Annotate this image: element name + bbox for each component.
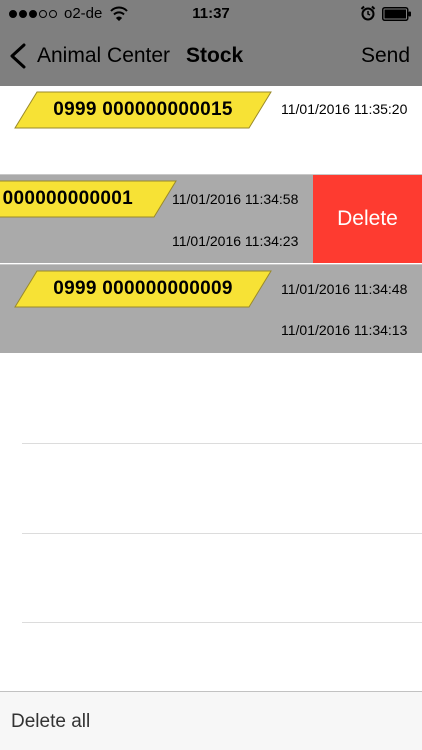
alarm-clock-icon [360,5,376,21]
timestamp: 11/01/2016 11:34:13 [281,322,408,338]
row-separator [22,622,422,623]
list-item-swiped[interactable]: 000000000001 11/01/2016 11:34:58 11/01/2… [0,175,422,263]
page-title: Stock [186,44,244,67]
row-separator [22,443,422,444]
timestamp: 11/01/2016 11:34:48 [281,281,408,297]
timestamp: 11/01/2016 11:34:23 [172,233,299,249]
timestamp: 11/01/2016 11:35:20 [281,101,408,117]
tag-badge: 0999 000000000009 [13,269,273,309]
screen: o2-de 11:37 Animal Center Stock Send 099… [0,0,422,750]
timestamp: 11/01/2016 11:34:58 [172,191,299,207]
status-bar: o2-de 11:37 [0,0,422,28]
tag-badge: 0999 000000000015 [13,90,273,130]
chevron-left-icon [10,43,26,69]
tag-number: 0999 000000000009 [53,278,233,299]
back-button-label: Animal Center [37,44,171,67]
tag-number: 000000000001 [2,188,133,209]
row-separator [22,533,422,534]
list-item[interactable]: 0999 000000000015 11/01/2016 11:35:20 [0,86,422,174]
battery-icon [382,7,411,21]
status-time: 11:37 [192,5,230,22]
send-button[interactable]: Send [361,44,410,68]
top-bar: o2-de 11:37 Animal Center Stock Send [0,0,422,86]
navigation-bar: Animal Center Stock Send [0,28,422,86]
tag-badge: 000000000001 [0,179,178,219]
tag-number: 0999 000000000015 [53,99,233,120]
delete-button[interactable]: Delete [313,175,422,263]
delete-all-button[interactable]: Delete all [11,711,90,733]
bottom-toolbar: Delete all [0,691,422,750]
back-button[interactable]: Animal Center [8,38,170,74]
list-item[interactable]: 0999 000000000009 11/01/2016 11:34:48 11… [0,265,422,353]
